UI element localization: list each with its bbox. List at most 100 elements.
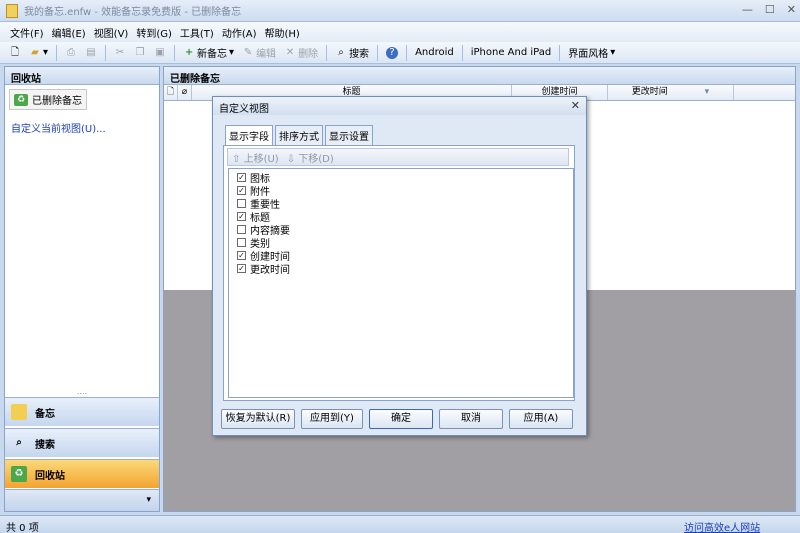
move-up-label: 上移(U) [243,153,279,165]
maximize-icon[interactable]: ☐ [765,3,775,16]
website-link[interactable]: 访问高效e人网站 [684,519,760,533]
tab-display-fields[interactable]: 显示字段 [225,125,273,145]
theme-label: 界面风格 [568,49,609,60]
search-icon: ⌕ [338,46,344,58]
tree-node-label: 已删除备忘 [32,96,82,107]
new-file-button[interactable]: 🗋 [6,44,24,62]
dialog-title-bar: 自定义视图 ✕ [213,97,586,115]
delete-icon: ✕ [285,46,295,58]
checkbox[interactable]: ✓ [237,264,246,273]
nav-memo-label: 备忘 [35,408,55,420]
menu-edit[interactable]: 编辑(E) [48,25,90,40]
arrow-down-icon: ⇩ [286,153,296,165]
menu-goto[interactable]: 转到(G) [132,25,176,40]
left-panel-header: 回收站 [5,67,159,85]
search-label: 搜索 [349,49,370,60]
checkbox[interactable]: ✓ [237,251,246,260]
help-icon: ? [386,46,399,59]
menu-tools[interactable]: 工具(T) [176,25,218,40]
search-button[interactable]: ⌕ 搜索 [332,44,372,62]
minimize-icon[interactable]: — [742,3,753,16]
menu-file[interactable]: 文件(F) [6,25,48,40]
copy-button[interactable]: ❐ [131,44,149,62]
customize-view-link[interactable]: 自定义当前视图(U)... [11,120,159,135]
cut-button[interactable]: ✂ [111,44,129,62]
close-icon[interactable]: ✕ [787,3,796,16]
print-button[interactable]: ⎙ [62,44,80,62]
toolbar-separator [174,44,176,61]
help-button[interactable]: ? [383,44,401,62]
checkbox[interactable]: ✓ [237,212,246,221]
splitter-grip[interactable]: .... [5,388,159,397]
paste-icon: ▣ [155,46,165,58]
tree-node-deleted-memos[interactable]: ♻ 已删除备忘 [9,89,87,110]
toolbar-separator [406,44,408,61]
nav-recycle[interactable]: ♻ 回收站 [5,459,159,488]
field-checkbox-row[interactable]: 重要性 [229,197,573,211]
checkbox[interactable] [237,238,246,247]
field-checkbox-row[interactable]: 内容摘要 [229,223,573,237]
ok-button[interactable]: 确定 [369,409,433,429]
menu-view[interactable]: 视图(V) [90,25,133,40]
nav-memo[interactable]: 备忘 [5,397,159,426]
dialog-tabs: 显示字段 排序方式 显示设置 [225,125,373,145]
tab-panel: ⇧ 上移(U) ⇩ 下移(D) ✓ 图标 ✓ 附件 重要性 ✓ 标题 内容摘要 类别 ✓ 创建时间 ✓… [223,145,575,401]
print-icon: ⎙ [67,46,76,58]
paste-button[interactable]: ▣ [151,44,169,62]
col-icon-header[interactable]: 🗋 [164,85,178,100]
delete-label: 删除 [298,49,319,60]
left-panel: 回收站 ♻ 已删除备忘 自定义当前视图(U)... .... 备忘 ⌕ 搜索 ♻… [4,66,160,512]
theme-button[interactable]: 界面风格 ▾ [565,44,618,62]
customize-view-dialog: 自定义视图 ✕ 显示字段 排序方式 显示设置 ⇧ 上移(U) ⇩ 下移(D) ✓… [212,96,587,436]
status-bar: 共 0 项 访问高效e人网站 [0,515,800,533]
nav-search-label: 搜索 [35,439,55,451]
nav-config-chevron[interactable]: ▾ [5,489,159,511]
app-icon [6,3,18,18]
field-checkbox-row[interactable]: ✓ 附件 [229,184,573,198]
checkbox[interactable]: ✓ [237,186,246,195]
attachment-icon: ⌀ [181,87,188,97]
copy-icon: ❐ [135,46,145,58]
close-icon[interactable]: ✕ [571,99,580,112]
delete-button[interactable]: ✕ 删除 [281,44,321,62]
nav-recycle-label: 回收站 [35,470,65,482]
edit-button[interactable]: ✎ 编辑 [239,44,279,62]
menu-help[interactable]: 帮助(H) [260,25,303,40]
new-memo-button[interactable]: + 新备忘 ▾ [180,44,237,62]
dialog-buttons: 恢复为默认(R) 应用到(Y) 确定 取消 应用(A) [221,409,581,429]
nav-search[interactable]: ⌕ 搜索 [5,428,159,457]
move-down-button[interactable]: ⇩ 下移(D) [287,150,334,165]
apply-to-button[interactable]: 应用到(Y) [301,409,363,429]
restore-default-button[interactable]: 恢复为默认(R) [221,409,295,429]
window-title: 我的备忘.enfw - 效能备忘录免费版 - 已删除备忘 [24,7,242,18]
field-checkbox-row[interactable]: ✓ 更改时间 [229,262,573,276]
move-up-button[interactable]: ⇧ 上移(U) [232,150,279,165]
status-count: 共 0 项 [6,523,39,533]
toolbar-separator [105,44,107,61]
cancel-button[interactable]: 取消 [439,409,503,429]
sort-chevron-icon: ▾ [704,87,710,97]
tab-display-settings[interactable]: 显示设置 [325,125,373,145]
android-button[interactable]: Android [412,44,457,62]
note-icon [11,404,27,420]
preview-icon: ▤ [86,46,96,58]
field-checkbox-row[interactable]: ✓ 图标 [229,171,573,185]
cut-icon: ✂ [115,46,125,58]
edit-icon: ✎ [243,46,253,58]
menu-bar: 文件(F) 编辑(E) 视图(V) 转到(G) 工具(T) 动作(A) 帮助(H… [0,22,800,42]
tab-sort-order[interactable]: 排序方式 [275,125,323,145]
right-panel-header: 已删除备忘 [164,67,795,85]
col-modified-header[interactable]: 更改时间 ▾ [608,85,734,100]
preview-button[interactable]: ▤ [82,44,100,62]
iphone-button[interactable]: iPhone And iPad [468,44,554,62]
checkbox[interactable]: ✓ [237,173,246,182]
apply-button[interactable]: 应用(A) [509,409,573,429]
menu-actions[interactable]: 动作(A) [218,25,261,40]
checkbox[interactable] [237,199,246,208]
open-button[interactable]: ▰ ▾ [26,44,51,62]
checkbox[interactable] [237,225,246,234]
col-attachment-header[interactable]: ⌀ [178,85,192,100]
plus-icon: + [184,46,194,58]
toolbar-separator [461,44,463,61]
toolbar-separator [326,44,328,61]
